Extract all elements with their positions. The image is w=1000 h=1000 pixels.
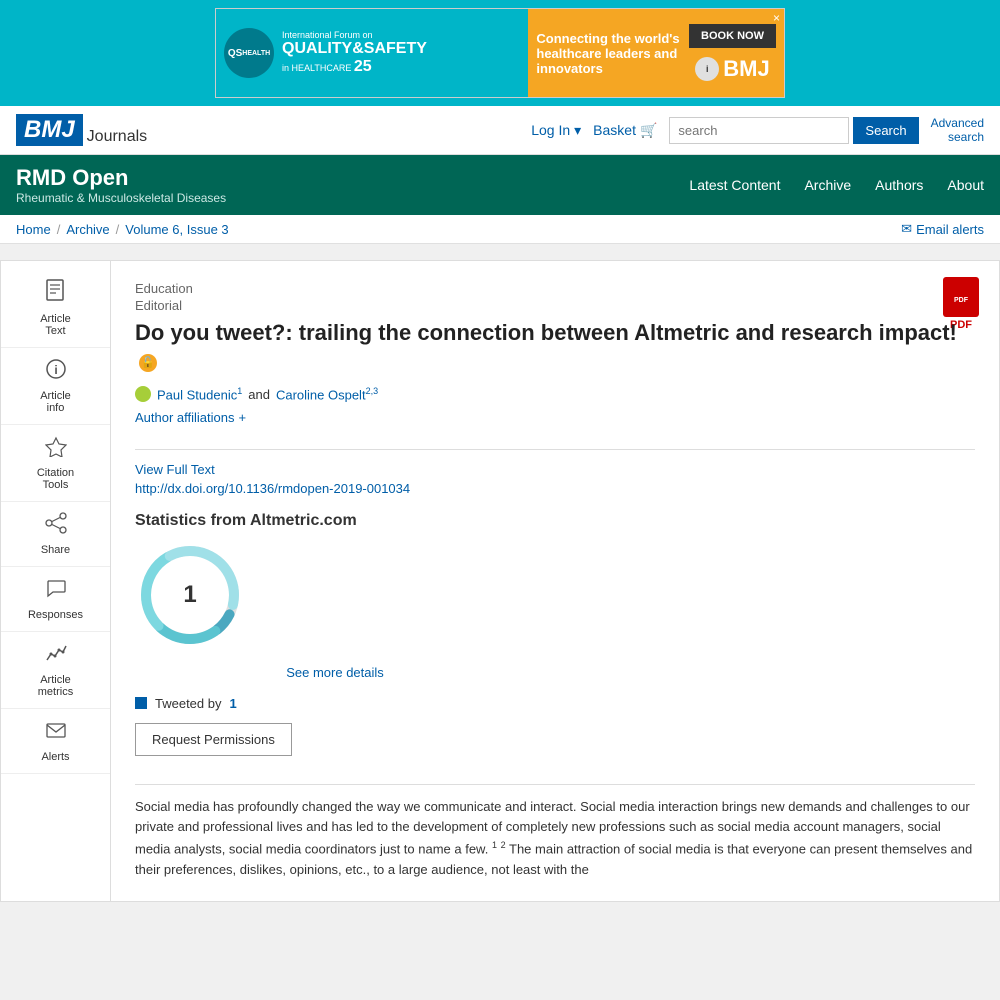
breadcrumb-sep-1: /	[57, 222, 61, 237]
authors-line: Paul Studenic1 and Caroline Ospelt2,3	[135, 386, 975, 402]
search-input[interactable]	[669, 117, 849, 144]
article-type: Editorial	[135, 298, 975, 313]
sidebar-item-share[interactable]: Share	[1, 502, 110, 567]
book-now-button[interactable]: BOOK NOW	[689, 24, 776, 48]
sidebar-item-label: Responses	[28, 609, 83, 621]
author-paul-studenic[interactable]: Paul Studenic1	[157, 386, 242, 402]
bmj-logo-subtext: Journals	[83, 128, 147, 146]
journal-navigation: Latest Content Archive Authors About	[689, 177, 984, 193]
bmj-ad-logo: BMJ	[723, 56, 769, 82]
email-alerts-link[interactable]: ✉ Email alerts	[901, 221, 984, 237]
open-access-icon: 🔓	[139, 354, 157, 372]
main-container: ArticleText i Articleinfo CitationTools …	[0, 260, 1000, 902]
journal-header: RMD Open Rheumatic & Musculoskeletal Dis…	[0, 155, 1000, 215]
journal-subtitle: Rheumatic & Musculoskeletal Diseases	[16, 191, 689, 205]
journal-title-wrap: RMD Open Rheumatic & Musculoskeletal Dis…	[16, 165, 689, 205]
orcid-icon	[135, 386, 151, 402]
chevron-down-icon: ▾	[574, 122, 581, 139]
breadcrumb-bar: Home / Archive / Volume 6, Issue 3 ✉ Ema…	[0, 215, 1000, 244]
sidebar-item-article-text[interactable]: ArticleText	[1, 269, 110, 348]
author-affiliations-link[interactable]: Author affiliations +	[135, 410, 246, 425]
nav-latest-content[interactable]: Latest Content	[689, 177, 780, 193]
main-content-wrapper: ArticleText i Articleinfo CitationTools …	[0, 260, 1000, 902]
sidebar-item-label: Share	[41, 544, 70, 556]
top-navigation: BMJ Journals Log In ▾ Basket 🛒 Search Ad…	[0, 106, 1000, 155]
bmj-logo-box: BMJ	[16, 114, 83, 146]
article-content: PDF PDF Education Editorial Do you tweet…	[111, 261, 999, 901]
nav-about[interactable]: About	[947, 177, 984, 193]
top-nav-right: Log In ▾ Basket 🛒 Search Advancedsearch	[531, 116, 984, 144]
divider-2	[135, 784, 975, 785]
ad-close-button[interactable]: ×	[773, 11, 780, 25]
article-header: Education Editorial Do you tweet?: trail…	[135, 281, 975, 376]
nav-archive[interactable]: Archive	[804, 177, 851, 193]
article-body: Social media has profoundly changed the …	[135, 797, 975, 882]
login-button[interactable]: Log In ▾	[531, 122, 581, 139]
see-more-link[interactable]: See more details	[135, 665, 535, 680]
ihi-logo: i	[695, 57, 719, 81]
stats-section: Statistics from Altmetric.com 1 See more…	[135, 512, 975, 680]
ad-right-text: Connecting the world's healthcare leader…	[536, 31, 681, 76]
sidebar: ArticleText i Articleinfo CitationTools …	[1, 261, 111, 901]
sidebar-item-responses[interactable]: Responses	[1, 567, 110, 632]
ad-content: QSHEALTH International Forum on QUALITY&…	[215, 8, 785, 98]
breadcrumb-home[interactable]: Home	[16, 222, 51, 237]
basket-icon: 🛒	[640, 122, 657, 139]
sidebar-item-label: Articlemetrics	[38, 674, 73, 698]
info-icon: i	[45, 358, 67, 386]
search-button[interactable]: Search	[853, 117, 918, 144]
breadcrumb-archive[interactable]: Archive	[66, 222, 109, 237]
metrics-icon	[45, 642, 67, 670]
sidebar-item-label: CitationTools	[37, 467, 74, 491]
altmetric-svg: 1	[135, 540, 245, 650]
sidebar-item-label: Alerts	[41, 751, 69, 763]
nav-authors[interactable]: Authors	[875, 177, 923, 193]
article-section: Education	[135, 281, 975, 296]
footnote-ref-1: 1	[492, 840, 497, 850]
sidebar-item-article-metrics[interactable]: Articlemetrics	[1, 632, 110, 709]
divider-1	[135, 449, 975, 450]
ad-left-text: International Forum on QUALITY&SAFETY in…	[282, 30, 427, 76]
citation-icon	[45, 435, 67, 463]
tweeted-bar: Tweeted by 1	[135, 696, 975, 711]
article-title: Do you tweet?: trailing the connection b…	[135, 319, 975, 376]
sidebar-item-citation-tools[interactable]: CitationTools	[1, 425, 110, 502]
ad-logo: QSHEALTH	[224, 28, 274, 78]
author-caroline-ospelt[interactable]: Caroline Ospelt2,3	[276, 386, 378, 402]
request-permissions-button[interactable]: Request Permissions	[135, 723, 292, 756]
svg-text:i: i	[54, 363, 57, 377]
doi-link[interactable]: http://dx.doi.org/10.1136/rmdopen-2019-0…	[135, 481, 975, 496]
affiliations-row: Author affiliations +	[135, 409, 975, 437]
breadcrumb-sep-2: /	[116, 222, 120, 237]
basket-button[interactable]: Basket 🛒	[593, 122, 657, 139]
ad-right-section: Connecting the world's healthcare leader…	[528, 9, 784, 97]
advanced-search-wrap: Advancedsearch	[931, 116, 984, 144]
altmetric-donut[interactable]: 1	[135, 540, 245, 653]
tweet-indicator	[135, 697, 147, 709]
sidebar-item-label: ArticleText	[40, 313, 71, 337]
ad-banner: QSHEALTH International Forum on QUALITY&…	[0, 0, 1000, 106]
alerts-icon	[45, 719, 67, 747]
advanced-search-link[interactable]: Advancedsearch	[931, 116, 984, 144]
stats-title: Statistics from Altmetric.com	[135, 512, 975, 530]
tweet-count: 1	[230, 696, 237, 711]
sidebar-item-label: Articleinfo	[40, 390, 71, 414]
responses-icon	[45, 577, 67, 605]
view-full-text-link[interactable]: View Full Text	[135, 462, 975, 477]
email-icon: ✉	[901, 221, 912, 237]
svg-text:1: 1	[183, 581, 196, 608]
sidebar-item-alerts[interactable]: Alerts	[1, 709, 110, 774]
article-text-icon	[45, 279, 67, 309]
footnote-ref-2: 2	[501, 840, 506, 850]
journal-title: RMD Open	[16, 165, 689, 191]
bmj-logo[interactable]: BMJ Journals	[16, 114, 147, 146]
breadcrumb-volume[interactable]: Volume 6, Issue 3	[125, 222, 228, 237]
sidebar-item-article-info[interactable]: i Articleinfo	[1, 348, 110, 425]
plus-icon: +	[239, 410, 247, 425]
ad-left-section: QSHEALTH International Forum on QUALITY&…	[216, 9, 528, 97]
search-box: Search	[669, 117, 918, 144]
share-icon	[45, 512, 67, 540]
